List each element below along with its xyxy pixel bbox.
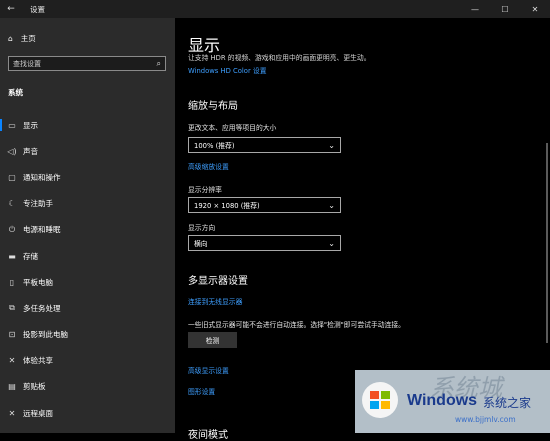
sidebar-item-label: 多任务处理 (23, 303, 61, 313)
home-label: 主页 (20, 34, 36, 43)
search-icon[interactable]: ⌕ (157, 59, 161, 69)
tablet-icon: ▯ (9, 277, 15, 287)
resolution-value: 1920 × 1080 (推荐) (194, 202, 260, 210)
resolution-dropdown[interactable]: 1920 × 1080 (推荐) ⌄ (188, 197, 341, 213)
home-nav-item[interactable]: ⌂ 主页 (8, 33, 36, 44)
multi-display-heading: 多显示器设置 (188, 276, 248, 287)
sidebar-item-clipboard[interactable]: ▤ 剪贴板 (0, 374, 175, 400)
graphics-settings-link[interactable]: 图形设置 (188, 386, 215, 396)
monitor-icon: ▭ (8, 120, 16, 130)
orientation-dropdown[interactable]: 横向 ⌄ (188, 235, 341, 251)
clipboard-icon: ▤ (8, 382, 16, 392)
minimize-icon[interactable]: — (460, 0, 490, 18)
windows-logo-icon (362, 382, 398, 418)
sidebar-item-sound[interactable]: ◁) 声音 (0, 138, 175, 164)
title-bar: ← 设置 — ☐ ✕ (0, 0, 550, 18)
speaker-icon: ◁) (7, 146, 17, 156)
section-title: 系统 (8, 88, 23, 97)
text-size-dropdown[interactable]: 100% (推荐) ⌄ (188, 137, 341, 153)
sidebar-item-label: 声音 (23, 146, 38, 156)
sidebar: ⌂ 主页 查找设置 ⌕ 系统 ▭ 显示 ◁) 声音 ▢ 通知和操作 ☾ 专注助手… (0, 18, 175, 433)
text-size-value: 100% (推荐) (194, 142, 235, 150)
power-icon: ⏻ (8, 224, 16, 234)
text-size-label: 更改文本、应用等项目的大小 (188, 124, 277, 132)
multitask-icon: ⧉ (9, 303, 15, 313)
close-icon[interactable]: ✕ (520, 0, 550, 18)
detect-button[interactable]: 检测 (188, 332, 237, 348)
hdr-color-link[interactable]: Windows HD Color 设置 (188, 65, 267, 75)
search-input[interactable]: 查找设置 ⌕ (8, 56, 166, 71)
sidebar-item-label: 存储 (23, 251, 38, 261)
search-placeholder: 查找设置 (13, 59, 41, 68)
sidebar-item-label: 电源和睡眠 (23, 225, 61, 235)
watermark-brand: Windows (407, 392, 478, 409)
sidebar-item-label: 远程桌面 (23, 408, 53, 418)
sidebar-item-label: 平板电脑 (23, 277, 53, 287)
orientation-value: 横向 (194, 240, 208, 248)
chevron-down-icon: ⌄ (328, 200, 335, 210)
chevron-down-icon: ⌄ (328, 238, 335, 248)
notification-icon: ▢ (8, 172, 16, 182)
storage-icon: ▬ (8, 251, 16, 261)
home-icon: ⌂ (8, 34, 13, 43)
hdr-description: 让支持 HDR 的视频、游戏和应用中的画面更明亮、更生动。 (188, 54, 371, 62)
sidebar-item-share[interactable]: ✕ 体验共享 (0, 348, 175, 374)
sidebar-item-label: 显示 (23, 120, 38, 130)
sidebar-item-storage[interactable]: ▬ 存储 (0, 243, 175, 269)
orientation-label: 显示方向 (188, 224, 216, 232)
sidebar-item-label: 剪贴板 (23, 382, 46, 392)
advanced-display-link[interactable]: 高级显示设置 (188, 365, 229, 375)
watermark-url: www.bjjmlv.com (455, 415, 516, 424)
watermark-brand-suffix: 系统之家 (483, 396, 532, 410)
sidebar-item-focus[interactable]: ☾ 专注助手 (0, 191, 175, 217)
sidebar-item-power[interactable]: ⏻ 电源和睡眠 (0, 217, 175, 243)
sidebar-item-display[interactable]: ▭ 显示 (0, 112, 175, 138)
wireless-display-link[interactable]: 连接到无线显示器 (188, 296, 242, 306)
scrollbar[interactable] (546, 143, 548, 343)
sidebar-item-label: 体验共享 (23, 356, 53, 366)
window-title: 设置 (30, 4, 45, 14)
sidebar-item-label: 投影到此电脑 (23, 330, 68, 340)
scale-layout-heading: 缩放与布局 (188, 101, 238, 112)
advanced-scaling-link[interactable]: 高级缩放设置 (188, 161, 229, 171)
resolution-label: 显示分辨率 (188, 186, 222, 194)
night-light-heading: 夜间模式 (188, 430, 228, 441)
back-arrow-icon[interactable]: ← (0, 4, 22, 14)
sidebar-item-tablet[interactable]: ▯ 平板电脑 (0, 269, 175, 295)
detect-note: 一些旧式显示器可能不会进行自动连接。选择"检测"即可尝试手动连接。 (188, 321, 405, 329)
sidebar-item-multitask[interactable]: ⧉ 多任务处理 (0, 295, 175, 321)
sidebar-item-remote[interactable]: ✕ 远程桌面 (0, 400, 175, 426)
project-icon: ⊡ (8, 330, 16, 340)
moon-icon: ☾ (8, 199, 16, 209)
share-icon: ✕ (8, 356, 16, 366)
sidebar-item-project[interactable]: ⊡ 投影到此电脑 (0, 322, 175, 348)
sidebar-item-label: 通知和操作 (23, 172, 61, 182)
chevron-down-icon: ⌄ (328, 140, 335, 150)
sidebar-item-label: 专注助手 (23, 199, 53, 209)
sidebar-item-notifications[interactable]: ▢ 通知和操作 (0, 164, 175, 190)
watermark-overlay: 系统城 Windows 系统之家 www.bjjmlv.com (355, 370, 550, 433)
maximize-icon[interactable]: ☐ (490, 0, 520, 18)
nav-list: ▭ 显示 ◁) 声音 ▢ 通知和操作 ☾ 专注助手 ⏻ 电源和睡眠 ▬ 存储 ▯… (0, 112, 175, 426)
remote-icon: ✕ (8, 408, 16, 418)
